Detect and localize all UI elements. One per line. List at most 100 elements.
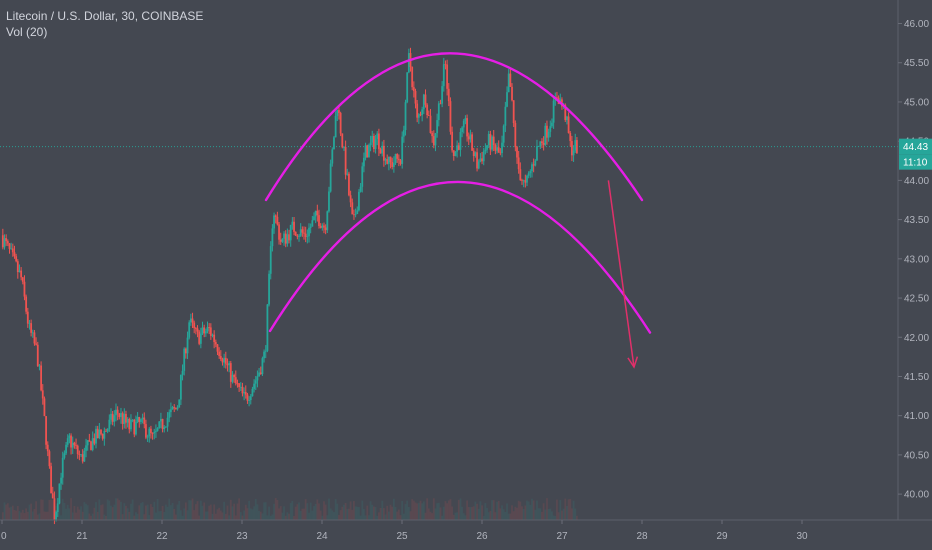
volume-bar <box>544 509 547 520</box>
volume-bar <box>106 499 109 520</box>
candle-body <box>446 64 449 89</box>
volume-bar <box>364 515 367 520</box>
candle-body <box>291 221 294 225</box>
candle-body <box>160 418 162 422</box>
volume-bar <box>389 504 392 520</box>
candle-body <box>56 503 59 513</box>
candle-body <box>497 147 500 153</box>
annotations-group[interactable] <box>264 52 652 369</box>
candle-body <box>243 392 246 394</box>
volume-bar <box>151 506 154 520</box>
volume-bar <box>509 513 512 520</box>
volume-bar <box>266 515 269 520</box>
volume-bar <box>133 515 136 520</box>
candle-body <box>86 440 89 446</box>
volume-bar <box>521 506 523 520</box>
volume-bar <box>313 506 315 520</box>
volume-bar <box>371 504 374 520</box>
volume-bar <box>323 501 325 520</box>
volume-bar <box>551 511 553 520</box>
volume-bar <box>26 511 29 520</box>
volume-indicator-label[interactable]: Vol (20) <box>6 24 203 40</box>
candle-body <box>26 311 29 324</box>
volume-bar <box>193 510 196 520</box>
price-chart[interactable]: 40.00 40.50 41.00 41.50 42.00 42.50 43.00 43.50… <box>0 0 932 550</box>
candle-body <box>419 114 422 116</box>
candle-body <box>138 416 141 422</box>
volume-bar <box>13 509 16 520</box>
candle-body <box>286 234 289 244</box>
time-tick-label: 26 <box>476 531 488 542</box>
candle-body <box>209 327 212 336</box>
candle-body <box>46 444 49 452</box>
volume-bar <box>427 508 430 520</box>
volume-bar <box>100 505 102 520</box>
volume-bar <box>381 500 384 520</box>
volume-bar <box>291 500 294 520</box>
volume-bar <box>30 503 33 520</box>
volume-bar <box>324 504 327 520</box>
volume-bar <box>276 499 279 520</box>
volume-bar <box>452 514 455 520</box>
candle-body <box>118 413 121 418</box>
candle-body <box>253 383 255 389</box>
volume-bar <box>446 503 449 520</box>
price-axis[interactable]: 40.00 40.50 41.00 41.50 42.00 42.50 43.00 43.50… <box>898 19 929 501</box>
volume-bar <box>259 511 262 520</box>
candle-body <box>382 145 385 161</box>
volume-bar <box>491 500 493 520</box>
volume-bar <box>569 498 572 520</box>
candle-body <box>261 358 264 375</box>
volume-bar <box>194 504 197 520</box>
volume-bar <box>552 515 555 520</box>
countdown-label: 11:10 <box>903 158 928 169</box>
candle-body <box>40 365 43 391</box>
price-tick-label: 40.00 <box>904 490 929 501</box>
volume-bar <box>328 498 330 520</box>
candle-body <box>416 103 419 118</box>
candle-body <box>364 145 367 158</box>
volume-bar <box>559 500 562 520</box>
candle-body <box>567 116 570 133</box>
lower-arc[interactable] <box>268 180 652 334</box>
chart-legend: Litecoin / U.S. Dollar, 30, COINBASE Vol… <box>6 8 203 40</box>
symbol-title[interactable]: Litecoin / U.S. Dollar, 30, COINBASE <box>6 8 203 24</box>
volume-bar <box>128 511 131 520</box>
volume-bar <box>346 509 349 520</box>
volume-bar <box>394 506 397 520</box>
volume-bar <box>344 502 347 520</box>
volume-bar <box>387 511 390 520</box>
candle-body <box>186 337 189 354</box>
candle-body <box>447 88 450 102</box>
volume-bar <box>529 504 532 520</box>
time-axis[interactable]: 0 21 22 23 24 25 26 27 28 29 30 <box>1 520 808 542</box>
volume-bar <box>308 512 310 520</box>
volume-bar <box>178 500 181 520</box>
candle-body <box>95 428 97 444</box>
volume-bar <box>486 508 488 520</box>
down-arrow[interactable] <box>607 180 635 368</box>
candle-body <box>8 243 11 249</box>
volume-bar <box>206 511 209 520</box>
volume-bar <box>120 501 122 520</box>
candle-body <box>55 512 57 521</box>
volume-bar <box>199 500 202 520</box>
volume-bar <box>439 507 442 520</box>
candle-body <box>358 191 360 211</box>
candle-body <box>377 133 380 150</box>
candle-body <box>105 430 107 432</box>
volume-bar <box>497 500 500 520</box>
volume-bar <box>141 502 144 520</box>
volume-bar <box>482 515 485 520</box>
volume-bar <box>349 501 352 520</box>
chart-area[interactable]: 40.00 40.50 41.00 41.50 42.00 42.50 43.00 43.50… <box>0 0 932 550</box>
volume-bar <box>564 498 567 520</box>
volume-bar <box>542 503 545 520</box>
volume-bar <box>547 508 550 520</box>
volume-bar <box>532 500 535 520</box>
volume-bar <box>78 509 81 520</box>
candle-body <box>115 409 117 416</box>
volume-bar <box>462 513 465 520</box>
candle-body <box>145 424 147 438</box>
upper-arc[interactable] <box>264 52 644 202</box>
